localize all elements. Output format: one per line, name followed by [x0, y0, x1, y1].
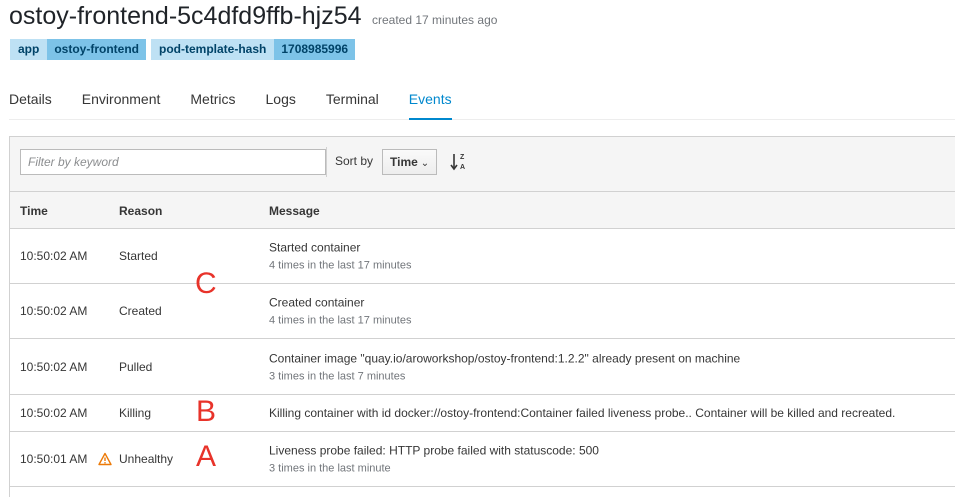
tab-events[interactable]: Events [408, 87, 452, 120]
sort-by-label: Sort by [335, 154, 374, 168]
pod-title: ostoy-frontend-5c4dfd9ffb-hjz54 created … [9, 2, 497, 31]
label-app[interactable]: app ostoy-frontend [10, 39, 146, 60]
annotation-b: B [196, 395, 217, 428]
header-message[interactable]: Message [269, 204, 320, 218]
event-reason: Created [119, 304, 162, 318]
label-key: app [10, 39, 48, 60]
event-reason: Started [119, 249, 158, 263]
table-row: 10:50:02 AM Pulled Container image "quay… [10, 339, 955, 395]
label-pod-template-hash[interactable]: pod-template-hash 1708985996 [151, 39, 356, 60]
event-message: Killing container with id docker://ostoy… [269, 406, 895, 420]
table-row: 10:50:02 AM Created Created container 4 … [10, 284, 955, 339]
event-count: 4 times in the last 17 minutes [269, 314, 412, 327]
event-message-text: Started container [269, 240, 361, 255]
event-time: 10:50:01 AM [20, 452, 88, 466]
event-count: 4 times in the last 17 minutes [269, 259, 412, 272]
label-value: 1708985996 [274, 39, 356, 60]
pod-labels: app ostoy-frontend pod-template-hash 170… [10, 39, 356, 60]
event-count: 3 times in the last 7 minutes [269, 370, 406, 382]
event-time: 10:50:02 AM [20, 304, 88, 318]
tab-metrics[interactable]: Metrics [190, 87, 235, 118]
tab-bar: Details Environment Metrics Logs Termina… [9, 87, 955, 120]
event-message-text: Container image "quay.io/aroworkshop/ost… [269, 351, 741, 365]
tab-environment[interactable]: Environment [82, 87, 161, 118]
table-row: 10:50:02 AM Killing Killing container wi… [10, 395, 955, 432]
event-reason: Unhealthy [119, 452, 174, 466]
event-message: Started container 4 times in the last 17… [269, 241, 411, 272]
event-message: Liveness probe failed: HTTP probe failed… [269, 444, 599, 475]
event-count: 3 times in the last minute [269, 462, 391, 475]
event-time: 10:50:02 AM [20, 249, 88, 263]
header-time[interactable]: Time [20, 204, 48, 218]
table-header: Time Reason Message [10, 192, 955, 229]
warning-icon [98, 452, 112, 466]
pod-name: ostoy-frontend-5c4dfd9ffb-hjz54 [9, 2, 362, 30]
tab-terminal[interactable]: Terminal [326, 87, 379, 118]
event-time: 10:50:02 AM [20, 406, 88, 420]
svg-text:Z: Z [460, 154, 465, 161]
table-row: 10:50:01 AM Unhealthy Liveness probe fai… [10, 432, 955, 487]
event-message: Container image "quay.io/aroworkshop/ost… [269, 351, 740, 382]
label-key: pod-template-hash [151, 39, 275, 60]
event-message-text: Created container [269, 295, 365, 310]
filter-input[interactable] [20, 149, 326, 175]
sort-alpha-icon[interactable]: Z A [450, 151, 468, 173]
annotation-a: A [196, 440, 217, 473]
event-message-text: Killing container with id docker://ostoy… [269, 406, 896, 420]
table-row: 10:50:02 AM Started Started container 4 … [10, 229, 955, 284]
svg-text:A: A [460, 164, 465, 171]
created-timestamp: created 17 minutes ago [372, 13, 498, 27]
event-reason: Pulled [119, 359, 153, 374]
annotation-c: C [195, 267, 217, 300]
toolbar-divider [326, 147, 327, 177]
sort-select[interactable]: Time ⌄ [382, 149, 438, 175]
tab-details[interactable]: Details [9, 87, 52, 118]
events-toolbar: Sort by Time⌄ Z A [10, 137, 955, 192]
chevron-down-icon: ⌄ [420, 158, 430, 169]
event-time: 10:50:02 AM [20, 359, 88, 374]
event-message-text: Liveness probe failed: HTTP probe failed… [269, 443, 599, 458]
events-panel: Sort by Time⌄ Z A Time Reason Message 10… [9, 136, 955, 497]
event-message: Created container 4 times in the last 17… [269, 296, 411, 327]
sort-value: Time [390, 155, 418, 169]
event-reason: Killing [119, 406, 152, 420]
header-reason[interactable]: Reason [119, 204, 162, 218]
label-value: ostoy-frontend [47, 39, 146, 60]
tab-logs[interactable]: Logs [266, 87, 296, 118]
